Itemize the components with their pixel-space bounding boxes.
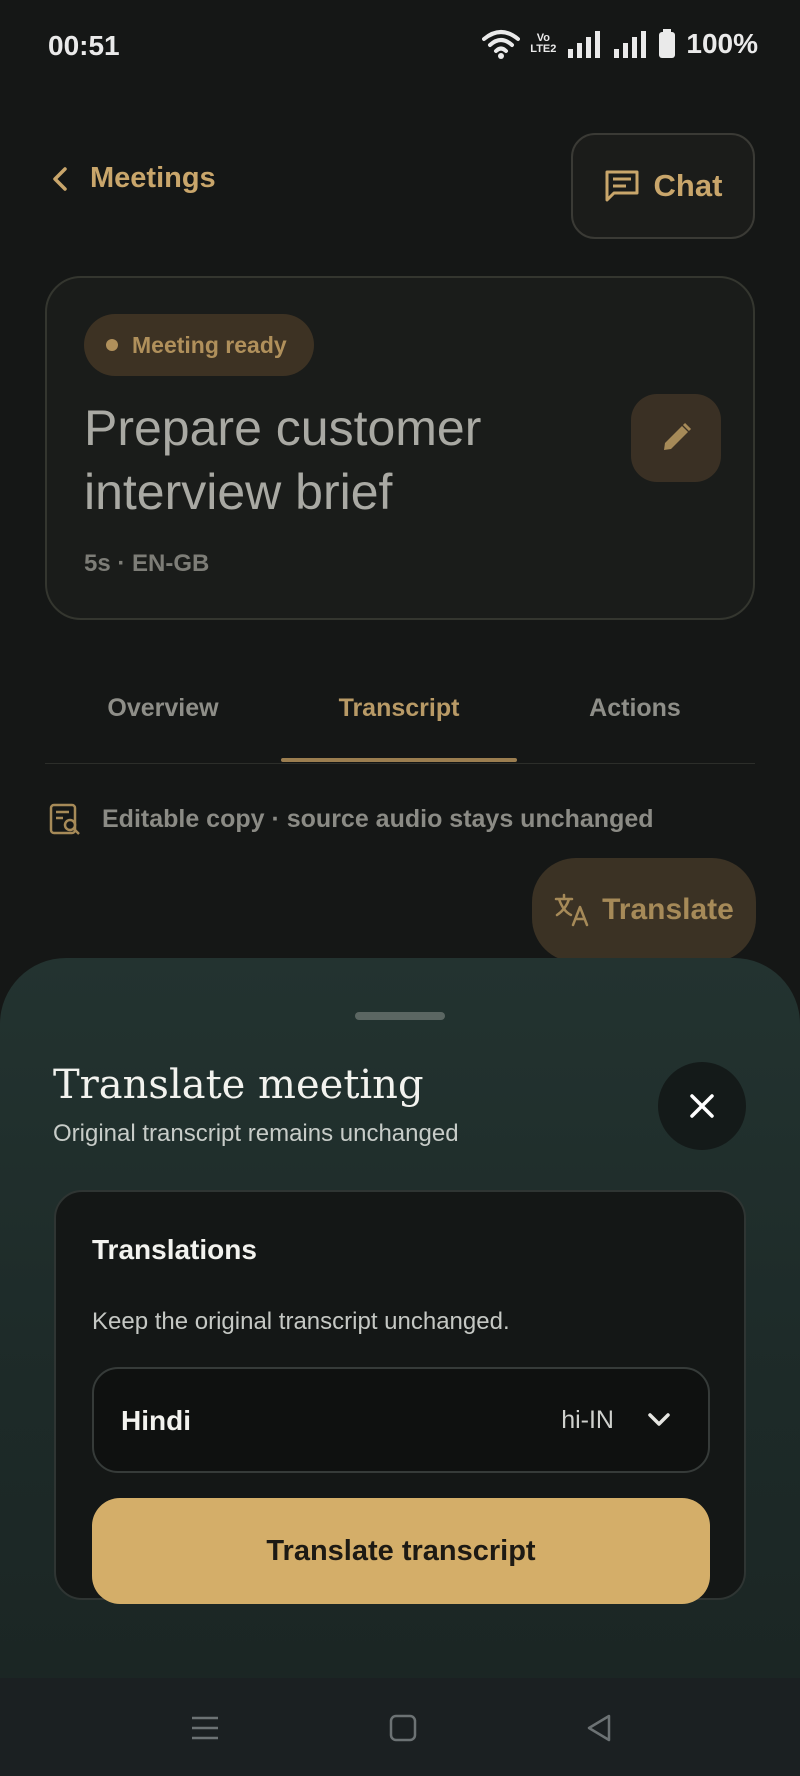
chat-icon — [605, 170, 639, 202]
pencil-icon — [664, 422, 692, 450]
translate-transcript-label: Translate transcript — [266, 1534, 536, 1567]
chat-label: Chat — [653, 168, 723, 203]
tab-overview[interactable]: Overview — [45, 694, 281, 723]
signal-icon-2 — [614, 31, 647, 58]
screen: 00:51 Vo LTE2 100% Meetings Chat Meeting… — [0, 0, 800, 1776]
signal-icon — [568, 31, 601, 58]
wifi-icon — [482, 30, 521, 59]
volte-icon: Vo LTE2 — [530, 32, 557, 55]
back-button[interactable]: Meetings — [52, 162, 216, 195]
tab-actions[interactable]: Actions — [517, 694, 753, 723]
meeting-card: Meeting ready Prepare customer interview… — [45, 276, 755, 620]
language-name: Hindi — [121, 1405, 191, 1436]
status-dot-icon — [106, 339, 118, 351]
tab-bar: Overview Transcript Actions — [45, 680, 755, 764]
document-search-icon — [49, 803, 80, 835]
sheet-title: Translate meeting — [53, 1062, 424, 1108]
status-icons: Vo LTE2 100% — [482, 28, 758, 60]
status-time: 00:51 — [48, 30, 120, 61]
translate-icon — [554, 893, 589, 927]
system-nav-bar — [0, 1678, 800, 1776]
status-bar: 00:51 Vo LTE2 100% — [0, 0, 800, 92]
language-select[interactable]: Hindi hi-IN — [92, 1367, 710, 1473]
translate-button[interactable]: Translate — [532, 858, 756, 962]
panel-heading: Translations — [92, 1234, 257, 1265]
home-square-icon — [389, 1714, 417, 1742]
battery-percent: 100% — [686, 28, 758, 59]
chevron-down-icon — [648, 1413, 670, 1426]
back-label: Meetings — [90, 162, 216, 194]
tab-indicator — [281, 758, 517, 762]
close-button[interactable] — [658, 1062, 746, 1150]
translate-button-label: Translate — [602, 893, 734, 926]
language-code: hi-IN — [561, 1406, 614, 1434]
drag-handle[interactable] — [355, 1012, 445, 1020]
nav-menu-button[interactable] — [181, 1704, 229, 1752]
status-badge-label: Meeting ready — [132, 331, 287, 358]
translate-transcript-button[interactable]: Translate transcript — [92, 1498, 710, 1604]
nav-home-button[interactable] — [379, 1704, 427, 1752]
translate-sheet: Translate meeting Original transcript re… — [0, 958, 800, 1678]
battery-icon — [659, 29, 676, 58]
edit-title-button[interactable] — [631, 394, 721, 482]
note-text: Editable copy · source audio stays uncha… — [102, 804, 654, 833]
menu-icon — [192, 1716, 218, 1740]
translations-panel: Translations Keep the original transcrip… — [54, 1190, 746, 1604]
sheet-subtitle: Original transcript remains unchanged — [53, 1120, 459, 1147]
panel-hint: Keep the original transcript unchanged. — [92, 1308, 510, 1335]
status-badge: Meeting ready — [84, 314, 314, 376]
chevron-left-icon — [53, 166, 67, 191]
tab-transcript[interactable]: Transcript — [281, 694, 517, 723]
meeting-title: Prepare customer interview brief — [84, 400, 482, 520]
transcript-note: Editable copy · source audio stays uncha… — [48, 802, 654, 836]
meeting-meta: 5s · EN-GB — [84, 550, 210, 577]
back-triangle-icon — [587, 1714, 611, 1742]
close-icon — [690, 1094, 714, 1118]
chat-button[interactable]: Chat — [571, 133, 755, 239]
nav-back-button[interactable] — [575, 1704, 623, 1752]
